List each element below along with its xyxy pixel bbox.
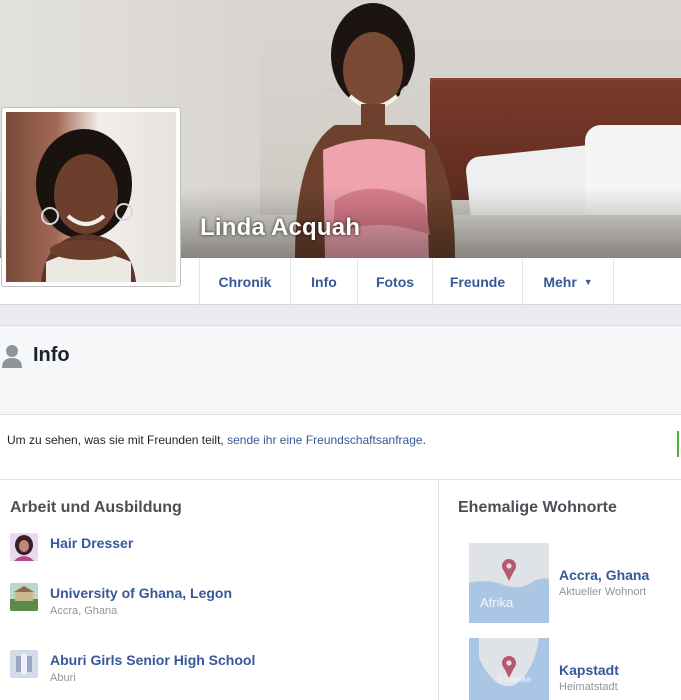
tab-mehr-label: Mehr bbox=[543, 273, 577, 290]
page-title: Info bbox=[33, 344, 70, 366]
info-section-header: Info bbox=[0, 325, 681, 415]
send-friend-request-link[interactable]: sende ihr eine Freundschaftsanfrage bbox=[227, 433, 422, 447]
tab-info[interactable]: Info bbox=[290, 258, 357, 305]
map-thumbnail[interactable]: Südafrika bbox=[469, 638, 549, 700]
profile-tabs: Chronik Info Fotos Freunde Mehr ▼ bbox=[199, 258, 614, 305]
education-item-location: Aburi bbox=[50, 672, 76, 684]
education-item-name[interactable]: Aburi Girls Senior High School bbox=[50, 652, 255, 668]
notice-accent-bar bbox=[677, 431, 679, 457]
notice-suffix: . bbox=[422, 433, 426, 447]
profile-picture[interactable] bbox=[1, 107, 181, 287]
map-label: Südafrika bbox=[497, 675, 531, 684]
work-education-title: Arbeit und Ausbildung bbox=[10, 499, 182, 516]
places-lived-title: Ehemalige Wohnorte bbox=[458, 499, 617, 516]
notice-text: Um zu sehen, was sie mit Freunden teilt,… bbox=[7, 433, 426, 447]
profile-name[interactable]: Linda Acquah bbox=[200, 214, 360, 242]
avatar-person bbox=[36, 129, 136, 282]
tab-fotos[interactable]: Fotos bbox=[357, 258, 432, 305]
chevron-down-icon: ▼ bbox=[583, 276, 593, 287]
tab-mehr[interactable]: Mehr ▼ bbox=[522, 258, 614, 305]
place-type: Aktueller Wohnort bbox=[559, 586, 647, 598]
place-name[interactable]: Accra, Ghana bbox=[559, 567, 649, 583]
work-item-name[interactable]: Hair Dresser bbox=[50, 535, 133, 551]
person-icon bbox=[2, 345, 22, 368]
map-label: Afrika bbox=[480, 595, 514, 610]
place-type: Heimatstadt bbox=[559, 681, 618, 693]
column-divider bbox=[438, 480, 439, 700]
education-item-name[interactable]: University of Ghana, Legon bbox=[50, 585, 232, 601]
tab-freunde[interactable]: Freunde bbox=[432, 258, 522, 305]
school-icon bbox=[10, 650, 38, 678]
hair-dresser-icon bbox=[10, 533, 38, 561]
avatar-image bbox=[6, 112, 176, 282]
university-icon bbox=[10, 583, 38, 611]
friend-request-notice: Um zu sehen, was sie mit Freunden teilt,… bbox=[0, 415, 681, 480]
place-name[interactable]: Kapstadt bbox=[559, 662, 619, 678]
info-content: Arbeit und Ausbildung Hair Dresser Unive… bbox=[0, 480, 681, 700]
map-thumbnail[interactable]: Afrika bbox=[469, 543, 549, 623]
notice-message: Um zu sehen, was sie mit Freunden teilt, bbox=[7, 433, 228, 447]
education-item-location: Accra, Ghana bbox=[50, 605, 118, 617]
tab-chronik[interactable]: Chronik bbox=[199, 258, 290, 305]
